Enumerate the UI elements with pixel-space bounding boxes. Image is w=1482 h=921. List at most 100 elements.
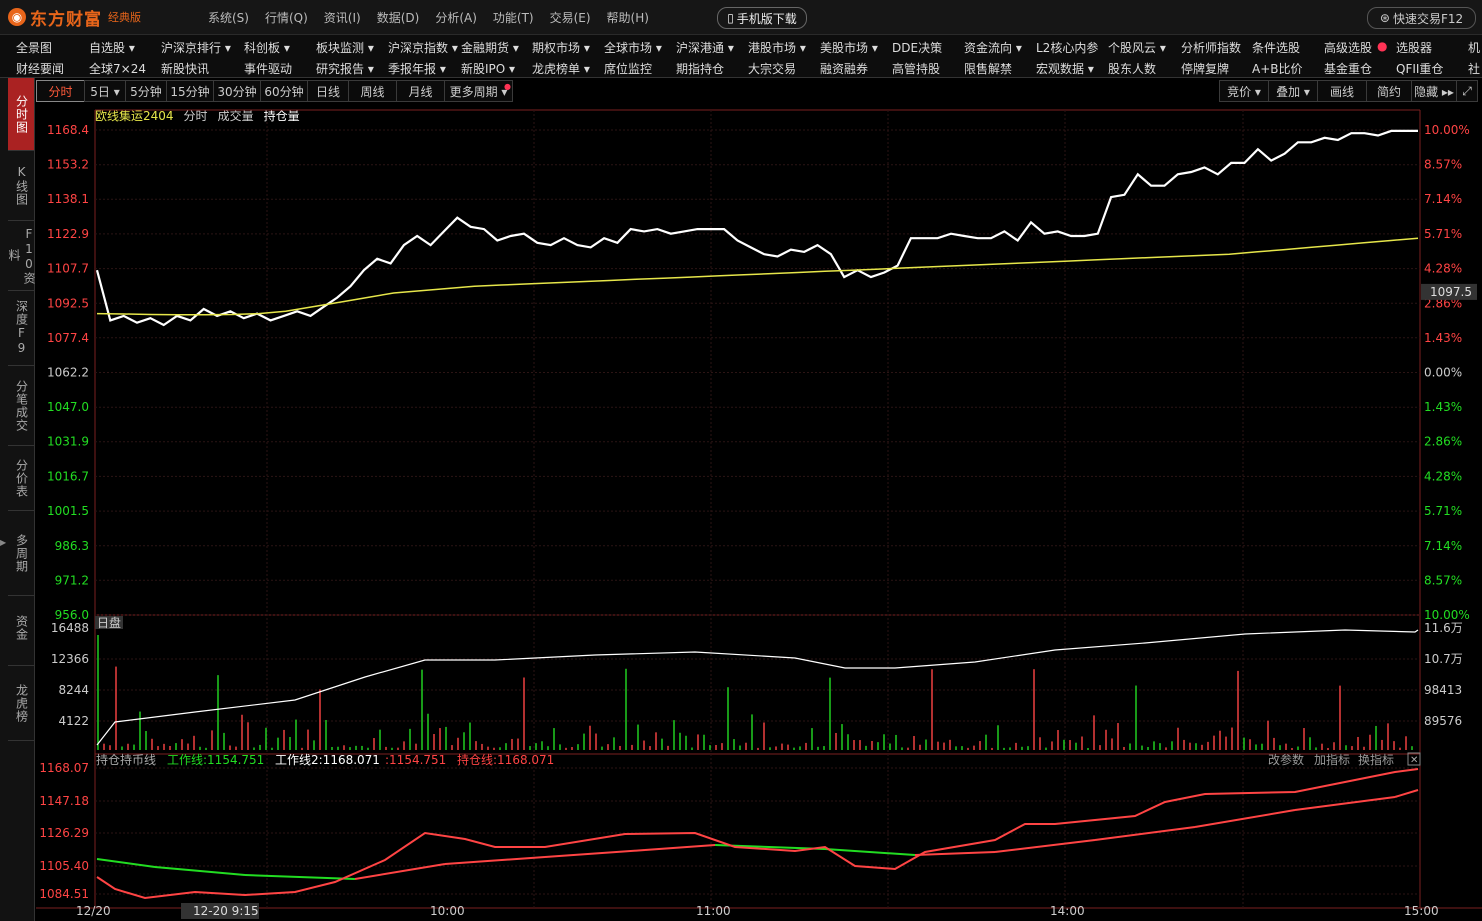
side-tab-0[interactable]: 分时图: [8, 78, 34, 151]
nav-row1-item-2[interactable]: 沪深京排行 ▾: [161, 39, 231, 56]
period-tab-9[interactable]: 更多周期 ▾: [444, 80, 513, 102]
nav-row2-item-1[interactable]: 全球7×24: [89, 60, 146, 77]
nav-row1-item-12[interactable]: DDE决策: [892, 39, 942, 56]
price-tick-label: 971.2: [55, 573, 89, 587]
period-tab-6[interactable]: 日线: [307, 80, 349, 102]
indicator-tool-1[interactable]: 加指标: [1314, 752, 1350, 767]
edition-label: 经典版: [108, 11, 141, 24]
tool-3[interactable]: 简约: [1366, 80, 1412, 102]
nav-row2-item-15[interactable]: 股东人数: [1108, 60, 1156, 77]
nav-row2-item-4[interactable]: 研究报告 ▾: [316, 60, 374, 77]
nav-row1-item-16[interactable]: 分析师指数: [1181, 39, 1241, 56]
nav-row2-item-13[interactable]: 限售解禁: [964, 60, 1012, 77]
nav-row2-item-11[interactable]: 融资融券: [820, 60, 868, 77]
fullscreen-icon[interactable]: ⤢: [1456, 80, 1478, 102]
period-tab-0[interactable]: 分时: [36, 80, 85, 102]
nav-row1-item-20[interactable]: 机: [1468, 39, 1480, 56]
price-tick-label: 986.3: [55, 539, 89, 553]
period-tab-1[interactable]: 5日 ▾: [84, 80, 126, 102]
nav-row1-item-5[interactable]: 沪深京指数 ▾: [388, 39, 458, 56]
nav-row2-item-14[interactable]: 宏观数据 ▾: [1036, 60, 1094, 77]
mobile-download-button[interactable]: ▯ 手机版下载: [717, 7, 807, 29]
side-tab-1[interactable]: K线图: [8, 151, 34, 221]
side-tab-label: 资金: [14, 615, 29, 641]
work-line-seg: [824, 848, 916, 856]
nav-row2-item-12[interactable]: 高管持股: [892, 60, 940, 77]
nav-row2-item-7[interactable]: 龙虎榜单 ▾: [532, 60, 590, 77]
period-tab-5[interactable]: 60分钟: [260, 80, 308, 102]
mobile-download-label: 手机版下载: [736, 11, 797, 26]
menu-news[interactable]: 资讯(I): [316, 9, 369, 26]
nav-row2-item-19[interactable]: QFII重仓: [1396, 60, 1443, 77]
nav-row2-item-16[interactable]: 停牌复牌: [1181, 60, 1229, 77]
side-tab-2[interactable]: F10资料: [7, 221, 36, 291]
work-line-seg: [1294, 796, 1396, 811]
period-tab-7[interactable]: 周线: [348, 80, 397, 102]
quick-trade-button[interactable]: ⊛ 快速交易F12: [1367, 7, 1476, 29]
nav-row2-item-17[interactable]: A+B比价: [1252, 60, 1303, 77]
side-tab-label: 分时图: [14, 94, 29, 134]
nav-row2-item-2[interactable]: 新股快讯: [161, 60, 209, 77]
side-tab-3[interactable]: 深度F9: [8, 291, 34, 366]
nav-row2-item-3[interactable]: 事件驱动: [244, 60, 292, 77]
nav-row1-item-11[interactable]: 美股市场 ▾: [820, 39, 878, 56]
nav-row1-item-7[interactable]: 期权市场 ▾: [532, 39, 590, 56]
nav-row2-item-18[interactable]: 基金重仓: [1324, 60, 1372, 77]
side-tab-8[interactable]: 龙虎榜: [8, 666, 34, 741]
pct-tick-label: 10.00%: [1424, 608, 1470, 622]
nav-row1-item-3[interactable]: 科创板 ▾: [244, 39, 290, 56]
nav-row2-item-6[interactable]: 新股IPO ▾: [461, 60, 515, 77]
period-tab-4[interactable]: 30分钟: [213, 80, 261, 102]
indicator-tool-0[interactable]: 改参数: [1268, 752, 1304, 767]
period-tab-8[interactable]: 月线: [396, 80, 445, 102]
nav-row2-item-10[interactable]: 大宗交易: [748, 60, 796, 77]
tool-2[interactable]: 画线: [1317, 80, 1367, 102]
side-tab-5[interactable]: 分价表: [8, 446, 34, 511]
nav-row1-item-14[interactable]: L2核心内参: [1036, 39, 1098, 56]
nav-row2-item-9[interactable]: 期指持仓: [676, 60, 724, 77]
menu-data[interactable]: 数据(D): [369, 9, 428, 26]
collapse-arrow-icon[interactable]: ▶: [0, 538, 8, 547]
nav-row1-item-9[interactable]: 沪深港通 ▾: [676, 39, 734, 56]
price-tick-label: 1031.9: [47, 435, 89, 449]
nav-row1-item-4[interactable]: 板块监测 ▾: [316, 39, 374, 56]
tool-0[interactable]: 竞价 ▾: [1219, 80, 1269, 102]
side-tab-label: K线图: [14, 165, 29, 206]
nav-row1-item-8[interactable]: 全球市场 ▾: [604, 39, 662, 56]
nav-row1-item-0[interactable]: 全景图: [16, 39, 52, 56]
nav-row2-item-5[interactable]: 季报年报 ▾: [388, 60, 446, 77]
nav-row1-item-17[interactable]: 条件选股: [1252, 39, 1300, 56]
menu-help[interactable]: 帮助(H): [599, 9, 657, 26]
nav-row1-item-10[interactable]: 港股市场 ▾: [748, 39, 806, 56]
nav-row1-item-15[interactable]: 个股风云 ▾: [1108, 39, 1166, 56]
period-tab-2[interactable]: 5分钟: [125, 80, 167, 102]
menu-function[interactable]: 功能(T): [485, 9, 542, 26]
nav-row1-item-19[interactable]: 选股器: [1396, 39, 1432, 56]
oi-tick-label: 98413: [1424, 683, 1462, 697]
chart-area[interactable]: 1168.4 10.00% 1153.2 8.57% 1138.1 7.14% 1122.9…: [36, 102, 1482, 921]
tool-4[interactable]: 隐藏 ▸▸: [1411, 80, 1457, 102]
tool-1[interactable]: 叠加 ▾: [1268, 80, 1318, 102]
session-label: 日盘: [97, 615, 121, 630]
price-tick-label: 1077.4: [47, 331, 89, 345]
side-tab-7[interactable]: 资金: [8, 591, 34, 666]
period-tab-3[interactable]: 15分钟: [166, 80, 214, 102]
nav-row2-item-20[interactable]: 社: [1468, 60, 1480, 77]
nav-row1-item-18[interactable]: 高级选股: [1324, 39, 1372, 56]
nav-row1-item-13[interactable]: 资金流向 ▾: [964, 39, 1022, 56]
nav-row1-item-1[interactable]: 自选股 ▾: [89, 39, 135, 56]
menu-quote[interactable]: 行情(Q): [257, 9, 316, 26]
app-logo[interactable]: ◉ 东方财富 经典版: [8, 5, 141, 30]
nav-row2-item-8[interactable]: 席位监控: [604, 60, 652, 77]
nav-row2-item-0[interactable]: 财经要闻: [16, 60, 64, 77]
nav-row1-item-6[interactable]: 金融期货 ▾: [461, 39, 519, 56]
menu-trade[interactable]: 交易(E): [542, 9, 599, 26]
menu-analysis[interactable]: 分析(A): [427, 9, 485, 26]
side-tab-4[interactable]: 分笔成交: [8, 366, 34, 446]
side-tab-6[interactable]: 多周期: [8, 511, 34, 596]
menu-system[interactable]: 系统(S): [200, 9, 257, 26]
work-line-seg: [644, 844, 716, 851]
price-tick-label: 1001.5: [47, 504, 89, 518]
work-line-seg: [244, 874, 356, 880]
indicator-tool-2[interactable]: 换指标: [1358, 752, 1394, 767]
